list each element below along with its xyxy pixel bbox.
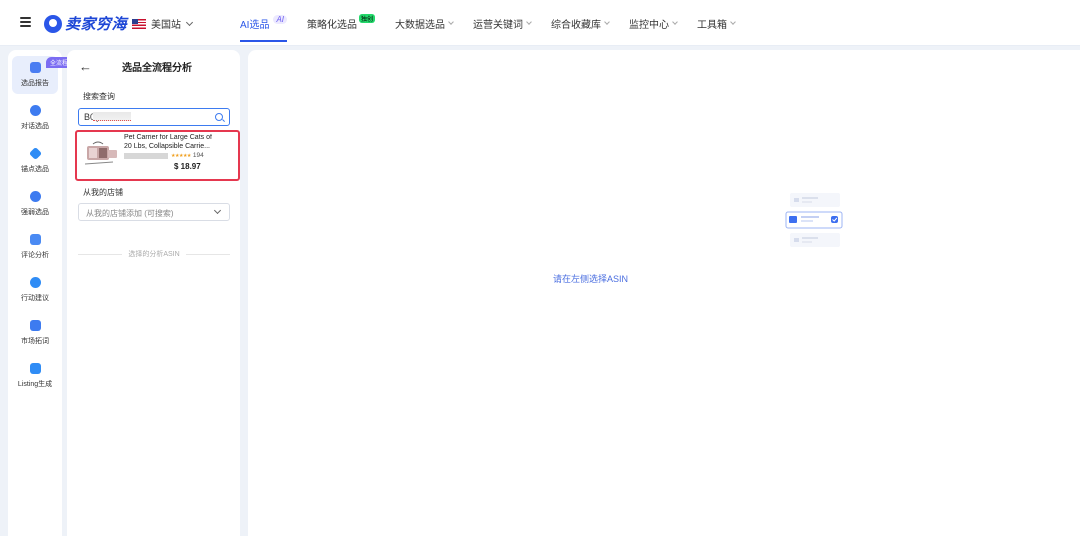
product-image [84,141,117,165]
nav-label: 策略化选品 [307,19,358,31]
sidebar-item-label: Listing生成 [17,381,53,388]
sidebar-item-label: 行动建议 [21,295,49,302]
logo-mark-icon [44,14,62,33]
nav-ai-selection[interactable]: AI选品 AI [240,0,288,46]
site-selector[interactable]: 美国站 [132,16,194,31]
sidebar-item-label: 评论分析 [21,252,49,259]
chevron-down-icon [185,18,194,26]
sidebar-item-report[interactable]: 全流程 选品报告 [12,56,73,94]
selected-asin-divider: 选择的分析ASIN [78,249,230,259]
site-label: 美国站 [151,20,181,31]
comment-icon [29,234,41,245]
chevron-down-icon [672,18,678,25]
listing-icon [29,363,41,374]
exclusive-badge: 独创 [359,13,376,23]
ai-badge: AI [273,14,288,24]
sidebar-item-comment[interactable]: 评论分析 [12,228,58,266]
sidebar-item-chat[interactable]: 对话选品 [12,99,58,137]
sidebar-item-label: 选品报告 [21,80,49,87]
sidebar-item-label: 对话选品 [21,123,49,130]
product-price: $ 18.97 [174,162,201,171]
sidebar-item-label: 强弱选品 [21,209,49,216]
nav-label: 大数据选品 [395,19,446,31]
panel-title: 选品全流程分析 [122,63,192,74]
divider-line [78,253,123,255]
divider-line [185,253,230,255]
sidebar-item-label: 市场拓词 [21,338,49,345]
nav-toolbox[interactable]: 工具箱 [697,0,736,46]
selection-panel: ← 选品全流程分析 搜索查询 Pet Carrier for Large Cat… [67,50,240,536]
chevron-down-icon [448,18,454,25]
us-flag-icon [132,18,146,29]
nav-label: AI选品 [240,19,270,31]
sidebar-item-keywords[interactable]: 市场拓词 [12,314,58,352]
redacted-text [93,112,131,121]
rating-stars-icon: ★★★★★ [171,152,191,159]
store-section-label: 从我的店铺 [83,188,123,197]
chat-icon [29,105,41,116]
divider-label: 选择的分析ASIN [128,251,180,258]
nav-big-data-selection[interactable]: 大数据选品 [395,0,454,46]
main-content: 请在左侧选择ASIN [248,50,1080,536]
nav-label: 综合收藏库 [551,19,602,31]
sidebar-item-label: 锚点选品 [21,166,49,173]
compass-icon [29,277,41,288]
nav-label: 工具箱 [697,19,728,31]
search-box[interactable] [78,108,230,126]
sidebar-item-strength[interactable]: 强弱选品 [12,185,58,223]
sidebar-item-action[interactable]: 行动建议 [12,271,58,309]
chevron-down-icon [604,18,610,25]
product-title: Pet Carrier for Large Cats of 20 Lbs, Co… [124,134,212,150]
keyword-icon [29,320,41,331]
rating-count: 194 [192,152,204,159]
store-select-placeholder: 从我的店铺添加 (可搜索) [86,209,174,218]
back-arrow-icon[interactable]: ← [79,59,92,74]
empty-state-illustration [785,193,843,247]
menu-icon[interactable] [20,17,31,27]
icon-sidebar: 全流程 选品报告 对话选品 锚点选品 强弱选品 评论分析 行动建议 市场拓词 L… [8,50,73,536]
report-icon [29,62,41,73]
nav-label: 监控中心 [629,19,670,31]
nav-strategy-selection[interactable]: 策略化选品 独创 [307,0,376,46]
nav-monitor[interactable]: 监控中心 [629,0,678,46]
sidebar-item-anchor[interactable]: 锚点选品 [12,142,58,180]
user-icon [29,191,41,202]
top-bar: 卖家穷海 美国站 AI选品 AI 策略化选品 独创 大数据选品 运营关键词 综合… [0,0,1080,46]
nav-keywords[interactable]: 运营关键词 [473,0,532,46]
main-nav: AI选品 AI 策略化选品 独创 大数据选品 运营关键词 综合收藏库 监控中心 … [240,0,755,46]
nav-label: 运营关键词 [473,19,524,31]
search-icon[interactable] [215,113,223,121]
logo[interactable]: 卖家穷海 [44,13,127,34]
chevron-down-icon [730,18,736,25]
empty-state-text: 请在左侧选择ASIN [553,274,629,284]
anchor-icon [28,146,42,161]
product-result-card[interactable]: Pet Carrier for Large Cats of 20 Lbs, Co… [75,130,240,181]
logo-text: 卖家穷海 [65,16,128,33]
product-meta: ★★★★★ 194 [124,152,204,159]
sidebar-item-listing[interactable]: Listing生成 [12,357,58,395]
redacted-brand [124,152,168,159]
chevron-down-icon [213,206,222,215]
chevron-down-icon [526,18,532,25]
store-select[interactable]: 从我的店铺添加 (可搜索) [78,203,230,221]
nav-favorites[interactable]: 综合收藏库 [551,0,610,46]
search-section-label: 搜索查询 [83,92,115,101]
